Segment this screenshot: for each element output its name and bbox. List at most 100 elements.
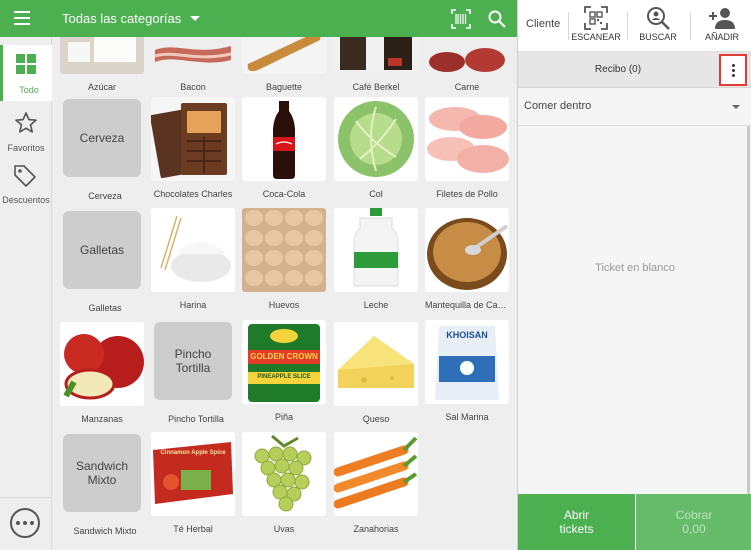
product-placeholder: Sandwich Mixto (63, 434, 141, 512)
product-tile[interactable]: Azúcar (60, 37, 144, 92)
receipt-header: Recibo (0) (518, 52, 751, 88)
add-label: AÑADIR (704, 32, 739, 42)
cabbage-image (334, 97, 418, 181)
product-tile[interactable]: Sandwich Mixto Sandwich Mixto (63, 434, 147, 536)
sugar-image (60, 37, 144, 74)
product-tile[interactable]: Mantequilla de Caca... (425, 208, 509, 310)
product-placeholder: Pincho Tortilla (154, 322, 232, 400)
menu-icon[interactable] (14, 11, 30, 25)
customer-toolbar: Cliente ESCANEAR BUSCAR AÑADIR (518, 0, 751, 52)
tea-label: Cinnamon Apple Spice (160, 450, 226, 456)
product-name: Cerveza (88, 191, 122, 201)
add-person-icon (709, 8, 735, 29)
product-tile[interactable]: Cerveza Cerveza (63, 99, 147, 201)
product-name: Galletas (88, 303, 122, 313)
sidebar-item-label: Favoritos (7, 143, 45, 153)
product-grid: Azúcar Bacon Baguette Café Berkel Carne … (52, 37, 517, 550)
chevron-down-icon (190, 16, 201, 21)
carrots-image (334, 432, 418, 516)
product-name: Piña (274, 412, 293, 422)
product-name: Mantequilla de Caca... (425, 300, 509, 310)
charge-amount: 0,00 (682, 522, 706, 536)
product-name: Queso (362, 414, 390, 424)
product-placeholder: Galletas (63, 211, 141, 289)
product-tile[interactable]: Uvas (242, 432, 326, 534)
product-tile[interactable]: Queso (334, 322, 418, 424)
grapes-image (242, 432, 326, 516)
product-tile[interactable]: Filetes de Pollo (425, 97, 509, 199)
grid-icon (16, 54, 36, 74)
scan-label: ESCANEAR (571, 32, 621, 42)
product-name: Huevos (268, 300, 300, 310)
brand-label: KHOISAN (446, 330, 488, 340)
product-name: Carne (454, 82, 480, 92)
dining-option-dropdown[interactable]: Comer dentro (518, 88, 751, 126)
product-placeholder: Cerveza (63, 99, 141, 177)
search-label: BUSCAR (639, 32, 677, 42)
product-tile[interactable]: Café Berkel (334, 37, 418, 92)
product-name: Sal Marina (445, 412, 489, 422)
product-name: Baguette (265, 82, 303, 92)
product-name: Manzanas (81, 414, 123, 424)
barcode-scan-icon[interactable] (451, 9, 471, 29)
product-name: Col (369, 189, 383, 199)
customer-label[interactable]: Cliente (526, 18, 560, 30)
product-name: Té Herbal (173, 524, 213, 534)
coffee-image (334, 37, 418, 74)
product-tile[interactable]: Col (334, 97, 418, 199)
can-label-top: GOLDEN CROWN (250, 352, 318, 361)
product-tile[interactable]: Chocolates Charles (151, 97, 235, 199)
category-label: Todas las categorías (62, 11, 182, 26)
product-name: Coca-Cola (262, 189, 306, 199)
product-tile[interactable]: Cinnamon Apple Spice Té Herbal (151, 432, 235, 534)
scan-button[interactable]: ESCANEAR (570, 4, 622, 42)
product-name: Filetes de Pollo (436, 189, 498, 199)
product-tile[interactable]: Coca-Cola (242, 97, 326, 199)
sidebar-item-label: Todo (19, 85, 39, 95)
toolbar-divider (627, 12, 628, 40)
toolbar-divider (690, 12, 691, 40)
apples-image (60, 322, 144, 406)
product-tile[interactable]: Pincho Tortilla Pincho Tortilla (154, 322, 238, 424)
ticket-scrollbar[interactable] (747, 126, 750, 494)
search-icon[interactable] (487, 9, 507, 29)
product-tile[interactable]: Bacon (151, 37, 235, 92)
open-tickets-button[interactable]: Abrir tickets (518, 494, 635, 550)
baguette-image (242, 37, 326, 74)
add-customer-button[interactable]: AÑADIR (694, 4, 750, 42)
category-sidebar: Todo Favoritos Descuentos (0, 37, 52, 550)
product-tile[interactable]: KHOISAN Sal Marina (425, 320, 509, 422)
product-tile[interactable]: Harina (151, 208, 235, 310)
category-dropdown[interactable]: Todas las categorías (62, 0, 201, 37)
product-tile[interactable]: Carne (425, 37, 509, 92)
can-label-bottom: PINEAPPLE SLICE (257, 374, 311, 380)
product-tile[interactable]: Zanahorias (334, 432, 418, 534)
product-name: Sandwich Mixto (73, 526, 137, 536)
product-tile[interactable]: Galletas Galletas (63, 211, 147, 313)
product-name: Zanahorias (353, 524, 399, 534)
coca-cola-image (242, 97, 326, 181)
sidebar-item-todo[interactable]: Todo (0, 45, 52, 101)
qr-scan-icon (584, 6, 608, 30)
cheese-image (334, 322, 418, 406)
ticket-panel: Cliente ESCANEAR BUSCAR AÑADIR Recibo (0… (517, 0, 751, 550)
pineapple-can-image (242, 320, 326, 404)
product-name: Pincho Tortilla (168, 414, 224, 424)
product-tile[interactable]: Huevos (242, 208, 326, 310)
sidebar-item-descuentos[interactable]: Descuentos (0, 155, 52, 211)
top-bar: Todas las categorías (0, 0, 517, 37)
chocolate-image (151, 97, 235, 181)
more-options-button[interactable] (10, 508, 40, 538)
product-tile[interactable]: Baguette (242, 37, 326, 92)
product-name: Chocolates Charles (153, 189, 233, 199)
product-tile[interactable]: GOLDEN CROWN PINEAPPLE SLICE Piña (242, 320, 326, 422)
sidebar-item-favoritos[interactable]: Favoritos (0, 103, 52, 159)
product-tile[interactable]: Manzanas (60, 322, 144, 424)
charge-button[interactable]: Cobrar 0,00 (636, 494, 751, 550)
search-customer-button[interactable]: BUSCAR (630, 4, 686, 42)
more-vert-icon[interactable] (719, 54, 747, 86)
product-tile[interactable]: Leche (334, 208, 418, 310)
product-name: Bacon (180, 82, 206, 92)
receipt-title: Recibo (0) (594, 64, 642, 75)
flour-image (151, 208, 235, 292)
